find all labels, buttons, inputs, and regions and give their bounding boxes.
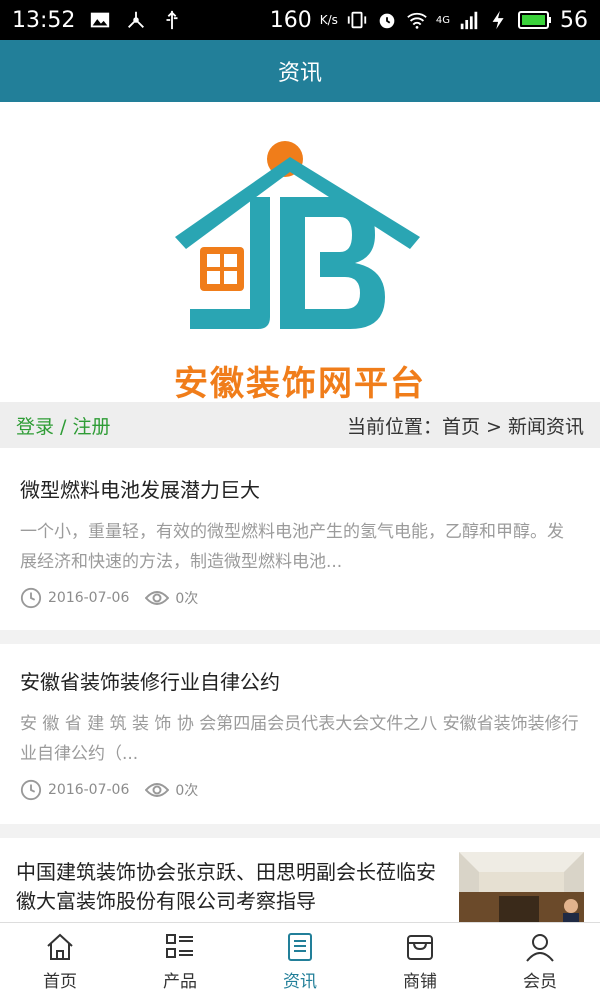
user-icon (526, 934, 554, 962)
login-register-link[interactable]: 登录 / 注册 (16, 412, 110, 439)
banner: 安徽装饰网平台 (0, 102, 600, 404)
clock-icon (20, 779, 42, 801)
image-icon (91, 12, 110, 28)
tab-label: 资讯 (283, 972, 317, 992)
wifi-icon (407, 12, 427, 29)
bottom-tab-bar: 首页 产品 资讯 商铺 会员 (0, 922, 600, 1000)
news-date: 2016-07-06 (48, 590, 130, 606)
status-bar: 13:52 160 K/s 4G 56 (0, 0, 600, 40)
breadcrumb-bar: 登录 / 注册 当前位置：首页 > 新闻资讯 (0, 402, 600, 448)
news-item[interactable]: 安徽省装饰装修行业自律公约 安 徽 省 建 筑 装 饰 协 会第四届会员代表大会… (0, 644, 600, 824)
logo-text: 安徽装饰网平台 (174, 364, 426, 404)
network-speed-unit: K/s (319, 13, 338, 27)
shop-icon (407, 935, 433, 960)
usb-icon (166, 10, 178, 30)
status-time: 13:52 (12, 7, 76, 33)
news-item[interactable]: 微型燃料电池发展潜力巨大 一个小，重量轻，有效的微型燃料电池产生的氢气电能，乙醇… (0, 448, 600, 630)
network-speed: 160 (269, 7, 312, 33)
news-title[interactable]: 微型燃料电池发展潜力巨大 (20, 474, 580, 503)
clock-icon (20, 587, 42, 609)
page-header: 资讯 (0, 40, 600, 102)
news-date: 2016-07-06 (48, 782, 130, 798)
tab-products[interactable]: 产品 (120, 923, 240, 1000)
breadcrumb[interactable]: 当前位置：首页 > 新闻资讯 (347, 412, 584, 439)
battery-level: 56 (560, 7, 588, 33)
grid-list-icon (166, 934, 193, 958)
signal-icon (460, 11, 478, 30)
news-views: 0次 (175, 783, 199, 799)
battery-icon (518, 11, 551, 29)
charging-icon (492, 10, 504, 30)
news-title[interactable]: 安徽省装饰装修行业自律公约 (20, 666, 580, 695)
vibrate-icon (347, 11, 367, 29)
share-icon (128, 11, 145, 28)
news-meta: 2016-07-06 0次 (20, 779, 580, 801)
news-title[interactable]: 中国建筑装饰协会张京跃、田思明副会长莅临安徽大富装饰股份有限公司考察指导 (16, 858, 436, 916)
news-item[interactable]: 中国建筑装饰协会张京跃、田思明副会长莅临安徽大富装饰股份有限公司考察指导 (0, 838, 600, 928)
tab-home[interactable]: 首页 (0, 923, 120, 1000)
page-title: 资讯 (277, 61, 322, 86)
news-summary: 安 徽 省 建 筑 装 饰 协 会第四届会员代表大会文件之八 安徽省装饰装修行业… (20, 714, 579, 764)
tab-label: 首页 (43, 972, 77, 992)
news-views: 0次 (175, 591, 199, 607)
tab-label: 产品 (163, 972, 197, 992)
news-icon (288, 933, 312, 961)
eye-icon (145, 591, 170, 605)
alarm-icon (379, 13, 395, 29)
tab-label: 商铺 (403, 972, 437, 992)
tab-shop[interactable]: 商铺 (360, 923, 480, 1000)
news-meta: 2016-07-06 0次 (20, 587, 580, 609)
tab-news[interactable]: 资讯 (240, 923, 360, 1000)
home-icon (47, 933, 73, 960)
brand-logo (175, 141, 420, 329)
network-type: 4G (435, 14, 450, 26)
eye-icon (145, 783, 170, 797)
tab-label: 会员 (523, 972, 557, 992)
tab-member[interactable]: 会员 (480, 923, 600, 1000)
news-summary: 一个小，重量轻，有效的微型燃料电池产生的氢气电能，乙醇和甲醇。发展经济和快速的方… (20, 522, 564, 572)
news-thumbnail[interactable] (459, 852, 584, 928)
